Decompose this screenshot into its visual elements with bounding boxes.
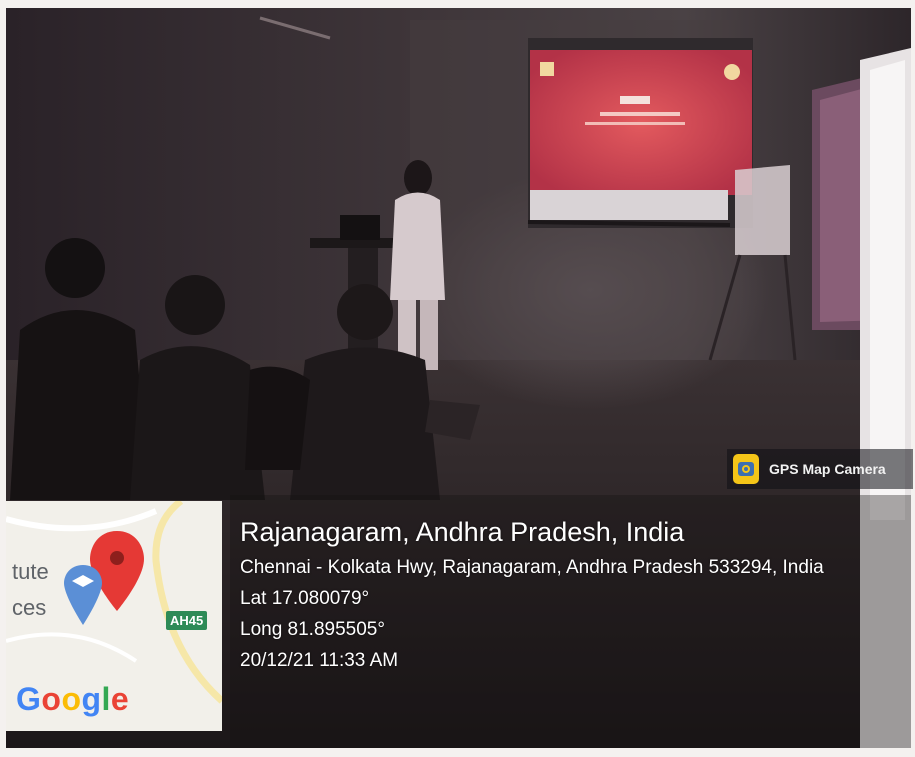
location-info: Rajanagaram, Andhra Pradesh, India Chenn… <box>240 512 880 676</box>
gps-photo-frame: tute ces AH45 Google GPS Map Camera Raja… <box>0 0 915 757</box>
location-address: Chennai - Kolkata Hwy, Rajanagaram, Andh… <box>240 557 824 578</box>
location-map: tute ces AH45 Google <box>6 501 222 731</box>
google-logo: Google <box>16 681 129 718</box>
education-marker-icon <box>64 565 102 625</box>
google-logo-letter: l <box>101 681 111 717</box>
map-place-label: tute <box>12 559 49 584</box>
map-place-label: ces <box>12 595 47 620</box>
gps-map-camera-badge: GPS Map Camera <box>727 449 913 489</box>
google-logo-letter: o <box>61 681 82 717</box>
latitude: Lat 17.080079° <box>240 588 370 609</box>
google-logo-letter: G <box>16 681 42 717</box>
google-logo-letter: e <box>110 681 130 717</box>
location-pin-icon <box>90 531 144 611</box>
gps-map-camera-icon <box>733 454 759 484</box>
google-logo-letter: g <box>81 681 102 717</box>
location-title: Rajanagaram, Andhra Pradesh, India <box>240 517 685 547</box>
highway-badge: AH45 <box>166 611 208 630</box>
timestamp: 20/12/21 11:33 AM <box>240 650 399 671</box>
gps-map-camera-label: GPS Map Camera <box>769 461 886 477</box>
longitude: Long 81.895505° <box>240 619 385 640</box>
google-logo-letter: o <box>41 681 62 717</box>
